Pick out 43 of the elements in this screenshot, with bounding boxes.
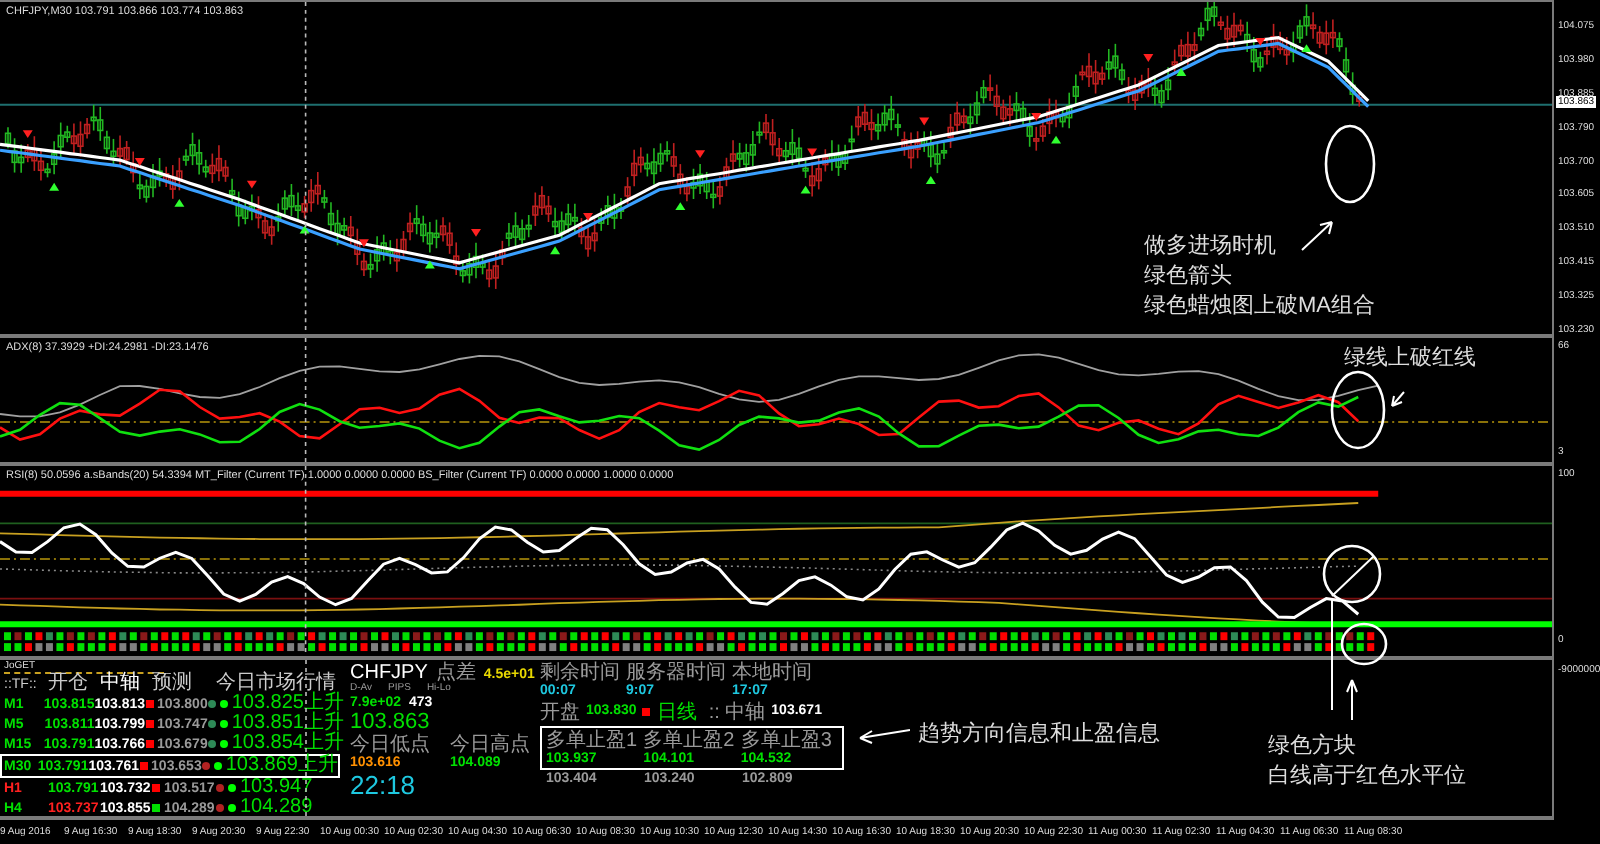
annotation-arrow xyxy=(1346,679,1358,721)
highlight-ellipse xyxy=(1324,124,1376,204)
table-cell: 103.851上升 xyxy=(231,714,344,734)
take-profit-label: 多单止盈2 xyxy=(643,729,737,752)
table-cell: 103.825上升 xyxy=(231,694,344,714)
column-header: 今日市场行情 xyxy=(216,674,336,694)
annotation-text: 趋势方向信息和止盈信息 xyxy=(918,722,1160,747)
highlight-ellipse xyxy=(1322,544,1382,604)
annotation-text: 白线高于红色水平位 xyxy=(1268,762,1466,792)
highlight-ellipse xyxy=(1340,622,1388,666)
time-label: 剩余时间 xyxy=(540,662,620,684)
annotation-arrow xyxy=(1301,221,1333,251)
table-cell: 103.869上升 xyxy=(225,756,338,776)
highlight-line xyxy=(1331,555,1375,597)
marker-line xyxy=(1331,599,1333,711)
table-cell: 103.947 xyxy=(240,778,313,798)
column-header: 中轴 xyxy=(100,674,142,694)
spread-label: 点差 xyxy=(435,662,476,684)
take-profit-label: 多单止盈3 xyxy=(740,729,834,752)
annotation-arrow xyxy=(1391,391,1405,407)
open-label: 开盘 xyxy=(540,701,580,724)
table-cell: 103.854上升 xyxy=(231,734,344,754)
take-profit-label: 多单止盈1 xyxy=(546,729,640,752)
pivot-label: :: 中轴 xyxy=(708,701,766,724)
current-price: 103.863 xyxy=(350,710,432,735)
annotation-text: 绿色方块 xyxy=(1268,732,1356,762)
symbol-label: CHFJPY xyxy=(350,662,428,684)
column-header: 开仓 xyxy=(48,674,90,694)
crosshair-line xyxy=(304,338,307,462)
marker-square-icon xyxy=(642,708,651,717)
day-low-label: 今日低点 xyxy=(350,734,432,757)
clock-time: 22:18 xyxy=(350,771,418,801)
annotation-text: 绿色蜡烛图上破MA组合 xyxy=(1144,292,1375,322)
table-cell: 104.289 xyxy=(240,798,313,816)
column-header: 预测 xyxy=(152,674,194,694)
annotation-text: 绿线上破红线 xyxy=(1344,344,1476,374)
annotation-text: 绿色箭头 xyxy=(1144,262,1232,292)
highlight-ellipse xyxy=(1330,370,1386,450)
annotation-text: 做多进场时机 xyxy=(1144,232,1276,262)
time-label: 本地时间 xyxy=(732,662,812,684)
day-high-label: 今日高点 xyxy=(450,734,530,757)
daily-tag: 日线 xyxy=(656,701,697,724)
time-label: 服务器时间 xyxy=(626,662,726,684)
